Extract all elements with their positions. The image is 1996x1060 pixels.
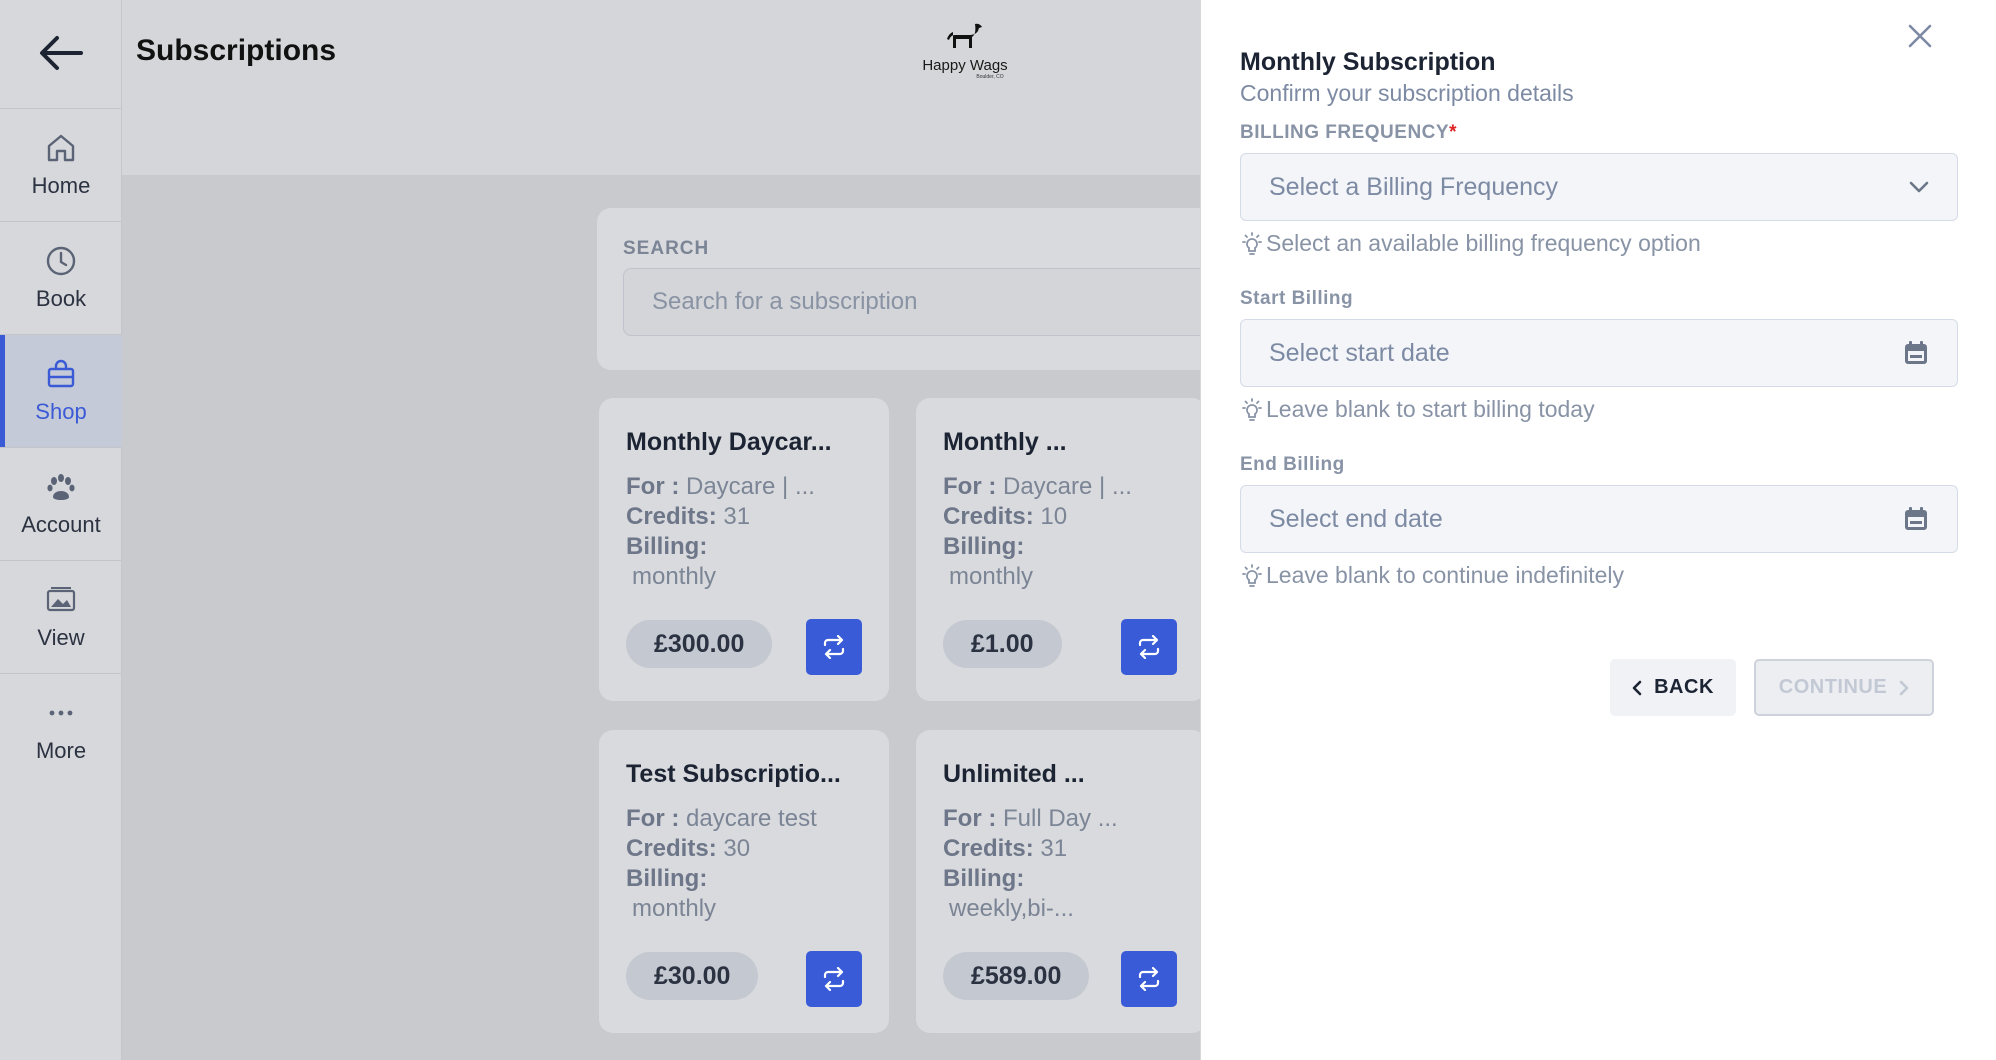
- start-date-placeholder: Select start date: [1269, 338, 1450, 367]
- sidebar-item-label: Home: [31, 173, 91, 198]
- subscription-title: Unlimited ...: [943, 760, 1085, 788]
- panel-title: Monthly Subscription: [1240, 48, 1496, 76]
- paw-icon: [47, 474, 75, 500]
- end-date-placeholder: Select end date: [1269, 504, 1443, 533]
- subscription-credits: Credits: 10: [943, 503, 1068, 530]
- price-pill: £589.00: [943, 952, 1090, 1000]
- subscription-card[interactable]: Monthly ... For : Daycare | ... Credits:…: [916, 398, 1206, 701]
- subscription-credits: Credits: 31: [626, 503, 751, 530]
- close-icon: [1908, 24, 1932, 48]
- required-mark: *: [1449, 122, 1457, 143]
- repeat-icon: [823, 635, 845, 659]
- continue-button-label: CONTINUE: [1778, 676, 1888, 698]
- continue-button[interactable]: CONTINUE: [1754, 659, 1934, 716]
- search-label: SEARCH: [623, 238, 710, 259]
- repeat-icon: [823, 967, 845, 991]
- home-icon: [47, 134, 75, 162]
- price-pill: £30.00: [626, 952, 759, 1000]
- sidebar: Home Book Shop Account View More: [0, 0, 122, 1060]
- price-pill: £1.00: [943, 620, 1062, 668]
- back-button-label: BACK: [1654, 676, 1714, 698]
- subscription-billing-label: Billing:: [626, 865, 708, 892]
- search-input[interactable]: Search for a subscription: [623, 268, 1223, 336]
- subscription-billing-value: monthly: [632, 563, 717, 590]
- subscribe-button[interactable]: [806, 619, 862, 675]
- gallery-icon: [46, 587, 76, 612]
- subscription-billing-value: monthly: [632, 895, 717, 922]
- subscription-for: For : Full Day ...: [943, 805, 1118, 832]
- sidebar-item-label: Book: [35, 286, 87, 311]
- calendar-icon: [1905, 507, 1927, 530]
- arrow-left-icon: [40, 36, 83, 70]
- lightbulb-icon: [1242, 563, 1262, 587]
- lightbulb-icon: [1242, 397, 1262, 421]
- subscription-card[interactable]: Unlimited ... For : Full Day ... Credits…: [916, 730, 1206, 1033]
- shopping-bag-icon: [47, 359, 75, 388]
- billing-frequency-select[interactable]: Select a Billing Frequency: [1240, 153, 1958, 221]
- price-pill: £300.00: [626, 620, 773, 668]
- start-billing-hint: Leave blank to start billing today: [1240, 396, 1595, 423]
- lightbulb-icon: [1242, 231, 1262, 255]
- chevron-left-icon: [1632, 680, 1642, 695]
- back-arrow-button[interactable]: [34, 26, 88, 80]
- page-title: Subscriptions: [136, 34, 337, 67]
- subscribe-button[interactable]: [1121, 951, 1177, 1007]
- sidebar-item-label: Shop: [35, 399, 87, 424]
- subscription-billing-value: monthly: [949, 563, 1034, 590]
- subscription-card[interactable]: Monthly Daycar... For : Daycare | ... Cr…: [599, 398, 889, 701]
- logo-text: Happy Wags: [922, 57, 1008, 74]
- subscription-billing-label: Billing:: [943, 533, 1025, 560]
- end-billing-label: End Billing: [1240, 454, 1345, 475]
- top-header: [122, 0, 1202, 175]
- subscription-for: For : daycare test: [626, 805, 817, 832]
- subscription-billing-label: Billing:: [626, 533, 708, 560]
- billing-frequency-hint: Select an available billing frequency op…: [1240, 230, 1701, 257]
- subscription-credits: Credits: 31: [943, 835, 1068, 862]
- subscription-credits: Credits: 30: [626, 835, 751, 862]
- subscription-card[interactable]: Test Subscriptio... For : daycare test C…: [599, 730, 889, 1033]
- subscribe-button[interactable]: [806, 951, 862, 1007]
- logo-subtext: Boulder, CO: [976, 74, 1004, 80]
- sidebar-item-label: View: [37, 625, 85, 650]
- sidebar-item-view[interactable]: View: [0, 560, 122, 673]
- repeat-icon: [1138, 967, 1160, 991]
- close-button[interactable]: [1904, 20, 1936, 52]
- back-button[interactable]: BACK: [1610, 659, 1736, 716]
- end-date-field[interactable]: Select end date: [1240, 485, 1958, 553]
- sidebar-item-account[interactable]: Account: [0, 447, 122, 560]
- subscription-billing-value: weekly,bi-...: [949, 895, 1074, 922]
- subscription-for: For : Daycare | ...: [626, 473, 815, 500]
- subscription-billing-label: Billing:: [943, 865, 1025, 892]
- more-dots-icon: [49, 710, 73, 716]
- dog-logo-icon: [947, 23, 982, 48]
- clock-icon: [46, 246, 76, 276]
- sidebar-item-label: More: [35, 738, 87, 763]
- sidebar-item-label: Account: [21, 512, 101, 537]
- sidebar-item-book[interactable]: Book: [0, 221, 122, 334]
- end-billing-hint: Leave blank to continue indefinitely: [1240, 562, 1624, 589]
- start-date-field[interactable]: Select start date: [1240, 319, 1958, 387]
- panel-subtitle: Confirm your subscription details: [1240, 80, 1574, 106]
- sidebar-item-home[interactable]: Home: [0, 108, 122, 221]
- subscription-title: Test Subscriptio...: [626, 760, 841, 788]
- chevron-down-icon: [1909, 181, 1929, 193]
- billing-frequency-placeholder: Select a Billing Frequency: [1269, 172, 1559, 201]
- start-billing-label: Start Billing: [1240, 288, 1354, 309]
- search-card: SEARCH Search for a subscription: [597, 208, 1223, 370]
- brand-logo: Happy Wags Boulder, CO: [910, 22, 1020, 84]
- billing-frequency-label: BILLING FREQUENCY*: [1240, 122, 1457, 143]
- sidebar-item-more[interactable]: More: [0, 673, 122, 786]
- subscription-title: Monthly Daycar...: [626, 428, 832, 456]
- repeat-icon: [1138, 635, 1160, 659]
- subscription-for: For : Daycare | ...: [943, 473, 1132, 500]
- sidebar-item-shop[interactable]: Shop: [0, 334, 122, 447]
- calendar-icon: [1905, 341, 1927, 364]
- subscription-title: Monthly ...: [943, 428, 1067, 456]
- chevron-right-icon: [1899, 680, 1909, 695]
- subscribe-button[interactable]: [1121, 619, 1177, 675]
